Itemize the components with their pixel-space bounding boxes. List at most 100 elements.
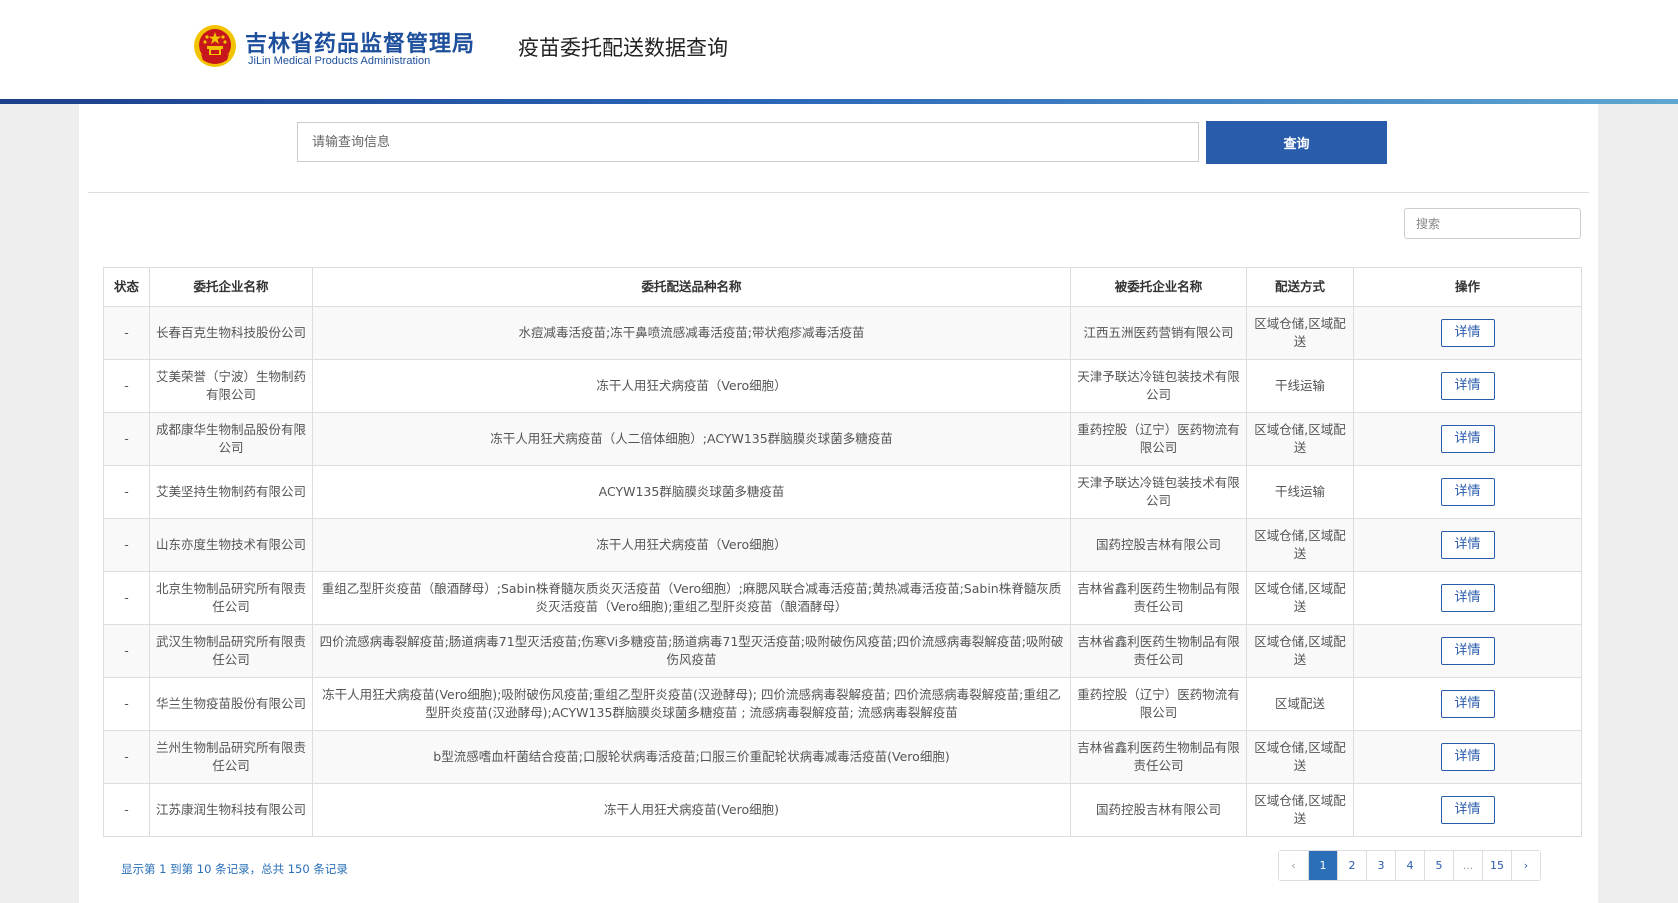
pagination-next-button[interactable]: › — [1511, 851, 1540, 880]
table-row: - 华兰生物疫苗股份有限公司 冻干人用狂犬病疫苗(Vero细胞);吸附破伤风疫苗… — [103, 677, 1582, 731]
method-cell: 区域仓储,区域配送 — [1246, 624, 1354, 678]
client-cell: 艾美坚持生物制药有限公司 — [149, 465, 313, 519]
agent-cell: 江西五洲医药营销有限公司 — [1070, 306, 1247, 360]
vaccines-cell: 冻干人用狂犬病疫苗(Vero细胞) — [312, 783, 1071, 837]
vaccines-cell: 四价流感病毒裂解疫苗;肠道病毒71型灭活疫苗;伤寒Vi多糖疫苗;肠道病毒71型灭… — [312, 624, 1071, 678]
pagination-page-15[interactable]: 15 — [1482, 851, 1511, 880]
pagination-page-3[interactable]: 3 — [1366, 851, 1395, 880]
main-content: 查询 状态 委托企业名称 委托配送品种名称 被委托企业名称 配送方式 操作 - — [79, 104, 1598, 903]
table-row: - 北京生物制品研究所有限责任公司 重组乙型肝炎疫苗（酿酒酵母）;Sabin株脊… — [103, 571, 1582, 625]
vaccines-cell: 冻干人用狂犬病疫苗(Vero细胞);吸附破伤风疫苗;重组乙型肝炎疫苗(汉逊酵母)… — [312, 677, 1071, 731]
action-cell: 详情 — [1353, 677, 1582, 731]
client-cell: 兰州生物制品研究所有限责任公司 — [149, 730, 313, 784]
method-cell: 区域仓储,区域配送 — [1246, 730, 1354, 784]
method-cell: 区域仓储,区域配送 — [1246, 783, 1354, 837]
table-row: - 艾美坚持生物制药有限公司 ACYW135群脑膜炎球菌多糖疫苗 天津予联达冷链… — [103, 465, 1582, 519]
detail-button[interactable]: 详情 — [1440, 743, 1495, 771]
status-cell: - — [103, 359, 150, 413]
vaccines-cell: 冻干人用狂犬病疫苗（人二倍体细胞）;ACYW135群脑膜炎球菌多糖疫苗 — [312, 412, 1071, 466]
detail-button[interactable]: 详情 — [1440, 637, 1495, 665]
action-cell: 详情 — [1353, 359, 1582, 413]
agent-cell: 天津予联达冷链包装技术有限公司 — [1070, 465, 1247, 519]
client-cell: 山东亦度生物技术有限公司 — [149, 518, 313, 572]
table-row: - 武汉生物制品研究所有限责任公司 四价流感病毒裂解疫苗;肠道病毒71型灭活疫苗… — [103, 624, 1582, 678]
vaccines-cell: 冻干人用狂犬病疫苗（Vero细胞） — [312, 518, 1071, 572]
detail-button[interactable]: 详情 — [1440, 478, 1495, 506]
delivery-data-table: 状态 委托企业名称 委托配送品种名称 被委托企业名称 配送方式 操作 - 长春百… — [103, 267, 1582, 837]
agent-cell: 天津予联达冷链包装技术有限公司 — [1070, 359, 1247, 413]
vaccines-cell: b型流感嗜血杆菌结合疫苗;口服轮状病毒活疫苗;口服三价重配轮状病毒减毒活疫苗(V… — [312, 730, 1071, 784]
detail-button[interactable]: 详情 — [1440, 372, 1495, 400]
action-cell: 详情 — [1353, 783, 1582, 837]
column-header-agent[interactable]: 被委托企业名称 — [1070, 267, 1247, 307]
action-cell: 详情 — [1353, 412, 1582, 466]
pagination-info: 显示第 1 到第 10 条记录，总共 150 条记录 — [121, 862, 348, 876]
query-input[interactable] — [297, 122, 1199, 162]
agent-cell: 吉林省鑫利医药生物制品有限责任公司 — [1070, 730, 1247, 784]
vaccines-cell: 重组乙型肝炎疫苗（酿酒酵母）;Sabin株脊髓灰质炎灭活疫苗（Vero细胞）;麻… — [312, 571, 1071, 625]
detail-button[interactable]: 详情 — [1440, 690, 1495, 718]
method-cell: 干线运输 — [1246, 359, 1354, 413]
agent-cell: 重药控股（辽宁）医药物流有限公司 — [1070, 677, 1247, 731]
vaccines-cell: ACYW135群脑膜炎球菌多糖疫苗 — [312, 465, 1071, 519]
table-header-row: 状态 委托企业名称 委托配送品种名称 被委托企业名称 配送方式 操作 — [103, 267, 1582, 307]
status-cell: - — [103, 412, 150, 466]
header: 吉林省药品监督管理局 JiLin Medical Products Admini… — [0, 0, 1678, 99]
query-button[interactable]: 查询 — [1206, 121, 1387, 164]
pagination-page-1[interactable]: 1 — [1308, 851, 1337, 880]
detail-button[interactable]: 详情 — [1440, 319, 1495, 347]
vaccines-cell: 冻干人用狂犬病疫苗（Vero细胞） — [312, 359, 1071, 413]
column-header-client[interactable]: 委托企业名称 — [149, 267, 313, 307]
client-cell: 江苏康润生物科技有限公司 — [149, 783, 313, 837]
table-search-input[interactable] — [1404, 208, 1581, 239]
status-cell: - — [103, 783, 150, 837]
action-cell: 详情 — [1353, 624, 1582, 678]
client-cell: 长春百克生物科技股份公司 — [149, 306, 313, 360]
detail-button[interactable]: 详情 — [1440, 531, 1495, 559]
table-row: - 兰州生物制品研究所有限责任公司 b型流感嗜血杆菌结合疫苗;口服轮状病毒活疫苗… — [103, 730, 1582, 784]
method-cell: 干线运输 — [1246, 465, 1354, 519]
action-cell: 详情 — [1353, 518, 1582, 572]
column-header-status[interactable]: 状态 — [103, 267, 150, 307]
org-name: 吉林省药品监督管理局 — [245, 32, 476, 57]
vaccines-cell: 水痘减毒活疫苗;冻干鼻喷流感减毒活疫苗;带状疱疹减毒活疫苗 — [312, 306, 1071, 360]
column-header-method[interactable]: 配送方式 — [1246, 267, 1354, 307]
table-row: - 江苏康润生物科技有限公司 冻干人用狂犬病疫苗(Vero细胞) 国药控股吉林有… — [103, 783, 1582, 837]
detail-button[interactable]: 详情 — [1440, 425, 1495, 453]
status-cell: - — [103, 465, 150, 519]
pagination: ‹ 1 2 3 4 5 ... 15 › — [1278, 850, 1541, 881]
agent-cell: 国药控股吉林有限公司 — [1070, 518, 1247, 572]
agent-cell: 吉林省鑫利医药生物制品有限责任公司 — [1070, 624, 1247, 678]
action-cell: 详情 — [1353, 571, 1582, 625]
pagination-prev-button[interactable]: ‹ — [1279, 851, 1308, 880]
column-header-vaccines[interactable]: 委托配送品种名称 — [312, 267, 1071, 307]
method-cell: 区域仓储,区域配送 — [1246, 412, 1354, 466]
status-cell: - — [103, 518, 150, 572]
table-row: - 山东亦度生物技术有限公司 冻干人用狂犬病疫苗（Vero细胞） 国药控股吉林有… — [103, 518, 1582, 572]
client-cell: 武汉生物制品研究所有限责任公司 — [149, 624, 313, 678]
method-cell: 区域仓储,区域配送 — [1246, 306, 1354, 360]
pagination-page-4[interactable]: 4 — [1395, 851, 1424, 880]
client-cell: 成都康华生物制品股份有限公司 — [149, 412, 313, 466]
table-row: - 长春百克生物科技股份公司 水痘减毒活疫苗;冻干鼻喷流感减毒活疫苗;带状疱疹减… — [103, 306, 1582, 360]
status-cell: - — [103, 306, 150, 360]
action-cell: 详情 — [1353, 465, 1582, 519]
detail-button[interactable]: 详情 — [1440, 584, 1495, 612]
status-cell: - — [103, 571, 150, 625]
client-cell: 华兰生物疫苗股份有限公司 — [149, 677, 313, 731]
method-cell: 区域配送 — [1246, 677, 1354, 731]
agent-cell: 国药控股吉林有限公司 — [1070, 783, 1247, 837]
agent-cell: 重药控股（辽宁）医药物流有限公司 — [1070, 412, 1247, 466]
section-divider — [88, 192, 1589, 193]
detail-button[interactable]: 详情 — [1440, 796, 1495, 824]
method-cell: 区域仓储,区域配送 — [1246, 518, 1354, 572]
client-cell: 艾美荣誉（宁波）生物制药有限公司 — [149, 359, 313, 413]
national-emblem-icon — [194, 25, 236, 67]
status-cell: - — [103, 624, 150, 678]
page-title: 疫苗委托配送数据查询 — [518, 36, 728, 60]
pagination-page-2[interactable]: 2 — [1337, 851, 1366, 880]
table-row: - 成都康华生物制品股份有限公司 冻干人用狂犬病疫苗（人二倍体细胞）;ACYW1… — [103, 412, 1582, 466]
method-cell: 区域仓储,区域配送 — [1246, 571, 1354, 625]
agent-cell: 吉林省鑫利医药生物制品有限责任公司 — [1070, 571, 1247, 625]
pagination-page-5[interactable]: 5 — [1424, 851, 1453, 880]
